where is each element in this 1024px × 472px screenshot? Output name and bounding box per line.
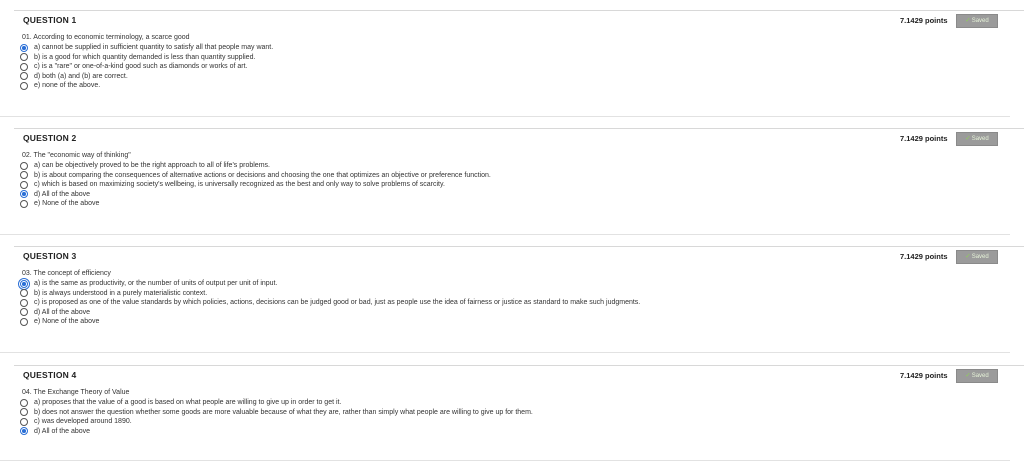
- answer-option-a[interactable]: a) can be objectively proved to be the r…: [20, 161, 491, 171]
- answer-option-d[interactable]: d) both (a) and (b) are correct.: [20, 72, 273, 82]
- answer-option-b[interactable]: b) is about comparing the consequences o…: [20, 171, 491, 181]
- question-header: QUESTION 1 7.1429 points ✓Saved: [14, 10, 1024, 37]
- option-label: b) is always understood in a purely mate…: [34, 289, 208, 297]
- saved-badge: ✓Saved: [956, 14, 998, 28]
- option-label: e) none of the above.: [34, 82, 101, 90]
- option-label: c) was developed around 1890.: [34, 418, 132, 426]
- saved-label: Saved: [971, 373, 989, 379]
- answer-option-a[interactable]: a) proposes that the value of a good is …: [20, 398, 533, 408]
- answer-option-e[interactable]: e) none of the above.: [20, 81, 273, 91]
- question-divider: [0, 116, 1010, 117]
- saved-badge: ✓Saved: [956, 132, 998, 146]
- question-divider: [0, 352, 1010, 353]
- option-label: c) which is based on maximizing society'…: [34, 181, 445, 189]
- question-3: QUESTION 3 7.1429 points ✓Saved 03. The …: [14, 246, 1024, 326]
- question-points: 7.1429 points: [900, 134, 948, 143]
- answer-option-d[interactable]: d) All of the above: [20, 190, 491, 200]
- question-divider: [0, 234, 1010, 235]
- question-header: QUESTION 2 7.1429 points ✓Saved: [14, 128, 1024, 155]
- question-points: 7.1429 points: [900, 371, 948, 380]
- option-label: e) None of the above: [34, 200, 100, 208]
- question-2: QUESTION 2 7.1429 points ✓Saved 02. The …: [14, 128, 1024, 208]
- saved-badge: ✓Saved: [956, 369, 998, 383]
- answer-option-e[interactable]: e) None of the above: [20, 317, 640, 327]
- question-title: QUESTION 2: [23, 133, 77, 143]
- option-label: d) All of the above: [34, 190, 91, 198]
- radio-button[interactable]: [20, 180, 28, 189]
- option-label: b) is about comparing the consequences o…: [34, 171, 491, 179]
- radio-button[interactable]: [20, 171, 28, 180]
- option-label: e) None of the above: [34, 318, 100, 326]
- check-icon: ✓: [965, 372, 971, 379]
- answer-option-c[interactable]: c) is proposed as one of the value stand…: [20, 298, 640, 308]
- question-title: QUESTION 3: [23, 251, 77, 261]
- radio-button[interactable]: [20, 62, 28, 71]
- answer-option-c[interactable]: c) is a "rare" or one-of-a-kind good suc…: [20, 62, 273, 72]
- radio-button[interactable]: [20, 72, 28, 81]
- question-points: 7.1429 points: [900, 16, 948, 25]
- radio-button[interactable]: [20, 417, 28, 426]
- question-stem: 04. The Exchange Theory of Value: [22, 389, 130, 396]
- answer-options: a) is the same as productivity, or the n…: [18, 277, 640, 327]
- radio-button[interactable]: [20, 199, 28, 208]
- question-stem: 01. According to economic terminology, a…: [22, 34, 190, 41]
- answer-option-b[interactable]: b) does not answer the question whether …: [20, 408, 533, 418]
- question-title: QUESTION 1: [23, 15, 77, 25]
- radio-button[interactable]: [20, 161, 28, 170]
- option-label: a) proposes that the value of a good is …: [34, 399, 342, 407]
- answer-option-d[interactable]: d) All of the above: [20, 308, 640, 318]
- radio-button[interactable]: [20, 398, 28, 407]
- check-icon: ✓: [965, 17, 971, 24]
- option-label: b) is a good for which quantity demanded…: [34, 53, 256, 61]
- check-icon: ✓: [965, 253, 971, 260]
- saved-label: Saved: [971, 254, 989, 260]
- saved-badge: ✓Saved: [956, 250, 998, 264]
- question-1: QUESTION 1 7.1429 points ✓Saved 01. Acco…: [14, 10, 1024, 90]
- radio-button[interactable]: [20, 190, 28, 199]
- option-label: a) can be objectively proved to be the r…: [34, 162, 270, 170]
- radio-button[interactable]: [20, 289, 28, 298]
- question-stem: 02. The "economic way of thinking": [22, 152, 131, 159]
- question-stem: 03. The concept of efficiency: [22, 270, 111, 277]
- answer-option-c[interactable]: c) which is based on maximizing society'…: [20, 180, 491, 190]
- radio-button[interactable]: [20, 308, 28, 317]
- radio-button[interactable]: [20, 427, 28, 436]
- option-label: c) is a "rare" or one-of-a-kind good suc…: [34, 63, 248, 71]
- option-label: d) both (a) and (b) are correct.: [34, 72, 128, 80]
- radio-button[interactable]: [20, 53, 28, 62]
- radio-button[interactable]: [20, 43, 28, 52]
- option-label: a) is the same as productivity, or the n…: [34, 280, 278, 288]
- question-header: QUESTION 4 7.1429 points ✓Saved: [14, 365, 1024, 392]
- question-header: QUESTION 3 7.1429 points ✓Saved: [14, 246, 1024, 273]
- option-label: a) cannot be supplied in sufficient quan…: [34, 44, 274, 52]
- radio-button[interactable]: [20, 317, 28, 326]
- radio-button[interactable]: [20, 81, 28, 90]
- answer-option-b[interactable]: b) is a good for which quantity demanded…: [20, 53, 273, 63]
- radio-button[interactable]: [20, 408, 28, 417]
- option-label: b) does not answer the question whether …: [34, 408, 533, 416]
- question-title: QUESTION 4: [23, 370, 77, 380]
- question-points: 7.1429 points: [900, 252, 948, 261]
- check-icon: ✓: [965, 135, 971, 142]
- answer-option-a[interactable]: a) cannot be supplied in sufficient quan…: [20, 43, 273, 53]
- radio-button[interactable]: [20, 298, 28, 307]
- answer-options: a) proposes that the value of a good is …: [20, 398, 533, 436]
- option-label: d) All of the above: [34, 427, 91, 435]
- saved-label: Saved: [971, 18, 989, 24]
- question-divider: [0, 460, 1010, 461]
- option-label: d) All of the above: [34, 308, 91, 316]
- radio-button[interactable]: [18, 277, 30, 290]
- answer-options: a) can be objectively proved to be the r…: [20, 161, 491, 209]
- answer-option-d[interactable]: d) All of the above: [20, 427, 533, 437]
- option-label: c) is proposed as one of the value stand…: [34, 299, 641, 307]
- saved-label: Saved: [971, 136, 989, 142]
- question-4: QUESTION 4 7.1429 points ✓Saved 04. The …: [14, 365, 1024, 436]
- answer-option-e[interactable]: e) None of the above: [20, 199, 491, 209]
- answer-option-c[interactable]: c) was developed around 1890.: [20, 417, 533, 427]
- answer-options: a) cannot be supplied in sufficient quan…: [20, 43, 273, 91]
- answer-option-b[interactable]: b) is always understood in a purely mate…: [20, 289, 640, 299]
- answer-option-a[interactable]: a) is the same as productivity, or the n…: [18, 277, 640, 290]
